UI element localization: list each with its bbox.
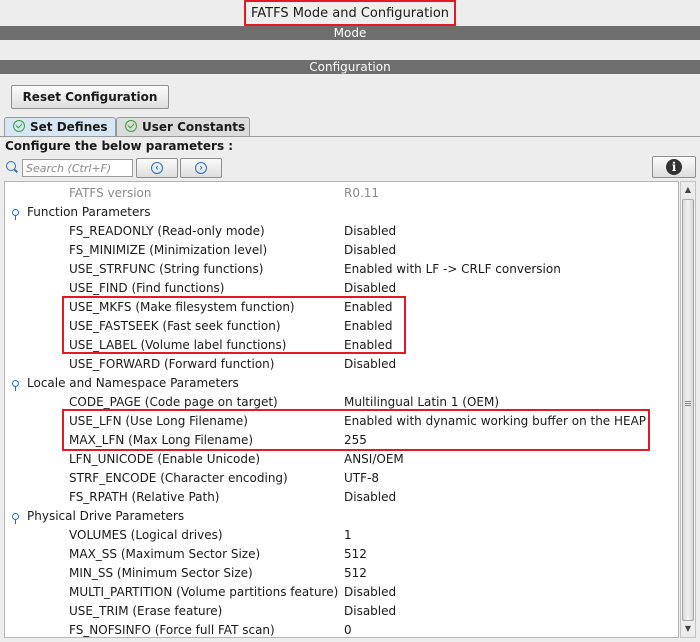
- parameter-name: MIN_SS (Minimum Sector Size): [69, 566, 253, 580]
- parameter-name: MAX_SS (Maximum Sector Size): [69, 547, 261, 561]
- table-row[interactable]: VOLUMES (Logical drives) 1: [5, 526, 678, 545]
- parameter-value: Disabled: [344, 224, 397, 238]
- parameter-value: 512: [344, 566, 367, 580]
- tree-group[interactable]: Function Parameters: [5, 203, 678, 222]
- table-row[interactable]: MIN_SS (Minimum Sector Size) 512: [5, 564, 678, 583]
- table-row[interactable]: FS_MINIMIZE (Minimization level) Disabled: [5, 241, 678, 260]
- parameter-value: 1: [344, 528, 352, 542]
- highlight-box-fs-functions: [62, 296, 406, 354]
- scrollbar-thumb[interactable]: [682, 199, 694, 621]
- check-circle-icon: [13, 120, 25, 132]
- scroll-up-arrow-icon[interactable]: ▲: [681, 183, 695, 197]
- highlight-box-lfn: [62, 409, 650, 451]
- table-row[interactable]: MULTI_PARTITION (Volume partitions featu…: [5, 583, 678, 602]
- parameter-name: USE_STRFUNC (String functions): [69, 262, 264, 276]
- parameter-name: VOLUMES (Logical drives): [69, 528, 223, 542]
- parameter-value: UTF-8: [344, 471, 379, 485]
- mode-section-header[interactable]: Mode: [0, 26, 700, 40]
- window-title-text: FATFS Mode and Configuration: [250, 6, 450, 21]
- parameter-name: FS_NOFSINFO (Force full FAT scan): [69, 623, 275, 637]
- configuration-section-header[interactable]: Configuration: [0, 60, 700, 74]
- parameter-value: Disabled: [344, 604, 397, 618]
- scroll-down-arrow-icon[interactable]: ▼: [681, 622, 695, 636]
- table-row[interactable]: USE_TRIM (Erase feature) Disabled: [5, 602, 678, 621]
- scrollbar-grip: [685, 401, 691, 407]
- table-row[interactable]: LFN_UNICODE (Enable Unicode) ANSI/OEM: [5, 450, 678, 469]
- parameter-name: LFN_UNICODE (Enable Unicode): [69, 452, 261, 466]
- configure-prompt: Configure the below parameters :: [5, 139, 234, 153]
- search-previous-button[interactable]: ‹: [136, 158, 178, 178]
- parameter-name: STRF_ENCODE (Character encoding): [69, 471, 288, 485]
- pin-icon: [12, 209, 19, 220]
- parameter-name: FATFS version: [69, 186, 152, 200]
- parameter-name: Function Parameters: [27, 205, 151, 219]
- tab-label: Set Defines: [30, 120, 108, 134]
- tab-set-defines[interactable]: Set Defines: [4, 117, 116, 136]
- parameter-value: R0.11: [344, 186, 380, 200]
- window-title: FATFS Mode and Configuration: [244, 0, 456, 26]
- table-row[interactable]: FS_NOFSINFO (Force full FAT scan) 0: [5, 621, 678, 637]
- pin-icon: [12, 380, 19, 391]
- parameter-name: Physical Drive Parameters: [27, 509, 185, 523]
- parameter-name: FS_READONLY (Read-only mode): [69, 224, 265, 238]
- pin-icon: [12, 513, 19, 524]
- search-next-button[interactable]: ›: [180, 158, 222, 178]
- search-input[interactable]: [22, 159, 133, 177]
- parameter-name: FS_RPATH (Relative Path): [69, 490, 220, 504]
- table-row[interactable]: FATFS version R0.11: [5, 184, 678, 203]
- parameter-name: USE_FORWARD (Forward function): [69, 357, 275, 371]
- parameter-value: 0: [344, 623, 352, 637]
- parameter-value: Disabled: [344, 585, 397, 599]
- vertical-scrollbar[interactable]: ▲ ▼: [680, 181, 696, 638]
- parameter-value: ANSI/OEM: [344, 452, 404, 466]
- parameter-value: Enabled with LF -> CRLF conversion: [344, 262, 561, 276]
- parameter-value: 512: [344, 547, 367, 561]
- parameter-name: USE_TRIM (Erase feature): [69, 604, 223, 618]
- parameter-name: FS_MINIMIZE (Minimization level): [69, 243, 268, 257]
- parameter-name: MULTI_PARTITION (Volume partitions featu…: [69, 585, 339, 599]
- parameter-value: Disabled: [344, 243, 397, 257]
- table-row[interactable]: STRF_ENCODE (Character encoding) UTF-8: [5, 469, 678, 488]
- table-row[interactable]: FS_RPATH (Relative Path) Disabled: [5, 488, 678, 507]
- chevron-right-icon: ›: [195, 162, 207, 174]
- table-row[interactable]: USE_FORWARD (Forward function) Disabled: [5, 355, 678, 374]
- info-icon: i: [666, 159, 682, 175]
- chevron-left-icon: ‹: [151, 162, 163, 174]
- tab-label: User Constants: [142, 120, 246, 134]
- parameter-value: Disabled: [344, 490, 397, 504]
- tree-group[interactable]: Physical Drive Parameters: [5, 507, 678, 526]
- tree-group[interactable]: Locale and Namespace Parameters: [5, 374, 678, 393]
- table-row[interactable]: MAX_SS (Maximum Sector Size) 512: [5, 545, 678, 564]
- tab-user-constants[interactable]: User Constants: [116, 117, 250, 136]
- table-row[interactable]: USE_STRFUNC (String functions) Enabled wi…: [5, 260, 678, 279]
- check-circle-icon: [125, 120, 137, 132]
- search-icon: [6, 161, 16, 171]
- info-button[interactable]: i: [652, 156, 696, 178]
- table-row[interactable]: FS_READONLY (Read-only mode) Disabled: [5, 222, 678, 241]
- parameter-value: Disabled: [344, 357, 397, 371]
- parameter-name: Locale and Namespace Parameters: [27, 376, 239, 390]
- reset-configuration-button[interactable]: Reset Configuration: [11, 85, 169, 109]
- tab-bar-divider: [0, 136, 700, 137]
